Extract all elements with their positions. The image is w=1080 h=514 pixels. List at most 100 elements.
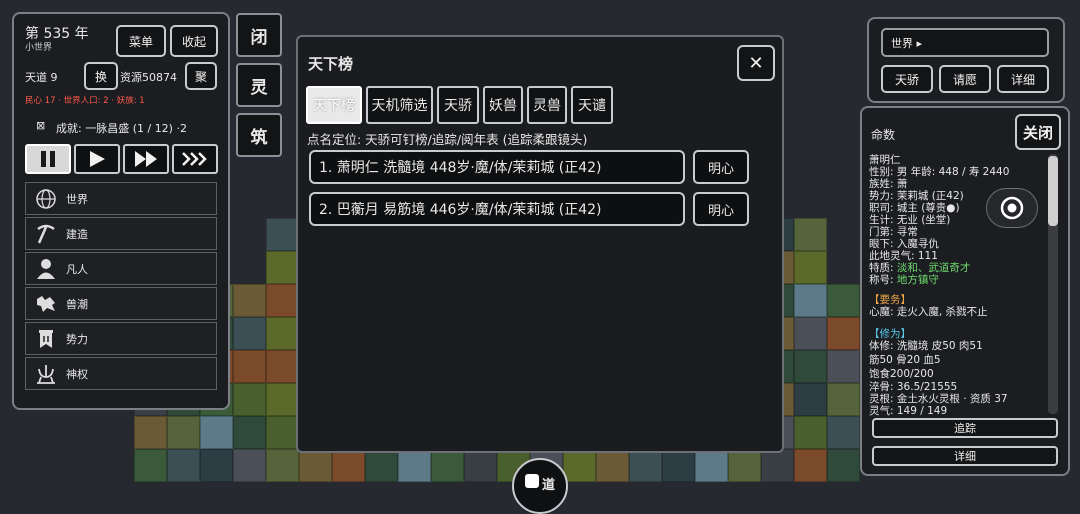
modal-subtitle: 点名定位: 天骄可钉榜/追踪/阅年表 (追踪柔跟镜头): [307, 132, 588, 147]
dao-label: 道: [541, 478, 555, 493]
map-tile: [167, 449, 200, 482]
map-tile: [827, 350, 860, 383]
menu-item-label: 神权: [66, 367, 88, 381]
map-tile: [266, 284, 299, 317]
status-line: 民心 17 · 世界人口: 2 · 妖族: 1: [25, 96, 145, 106]
pause-button[interactable]: [25, 144, 71, 174]
resources-value: 资源50874: [120, 71, 177, 84]
swap-button[interactable]: 换: [84, 62, 118, 90]
map-tile: [629, 449, 662, 482]
enlighten-button[interactable]: 明心: [693, 150, 749, 184]
map-tile: [827, 416, 860, 449]
menu-item-factions[interactable]: 势力: [25, 322, 217, 355]
tab-demon-beasts[interactable]: 妖兽: [483, 86, 523, 124]
modal-title: 天下榜: [308, 55, 354, 73]
map-tile: [266, 449, 299, 482]
petition-button[interactable]: 请愿: [939, 65, 991, 93]
menu-item-label: 兽潮: [66, 297, 88, 311]
ranking-entry[interactable]: 1. 萧明仁 洗髓境 448岁·魔/体/茉莉城 (正42): [309, 150, 685, 184]
map-tile: [794, 449, 827, 482]
dao-button[interactable]: 道: [512, 458, 568, 514]
menu-item-beast-tide[interactable]: 兽潮: [25, 287, 217, 320]
fast-forward-button[interactable]: [123, 144, 169, 174]
map-tile: [266, 350, 299, 383]
play-icon: [90, 151, 105, 167]
side-button-spirit[interactable]: 灵: [236, 63, 282, 107]
map-tile: [233, 317, 266, 350]
side-button-close[interactable]: 闭: [236, 13, 282, 57]
map-tile: [167, 416, 200, 449]
side-button-build[interactable]: 筑: [236, 113, 282, 157]
map-tile: [728, 449, 761, 482]
menu-item-label: 建造: [66, 227, 88, 241]
map-tile: [464, 449, 497, 482]
map-tile: [332, 449, 365, 482]
menu-item-label: 世界: [66, 192, 88, 206]
menu-button[interactable]: 菜单: [116, 25, 166, 57]
tab-prodigies[interactable]: 天骄: [437, 86, 479, 124]
world-dropdown[interactable]: 世界 ▸: [881, 28, 1049, 57]
collapse-button[interactable]: 收起: [170, 25, 218, 57]
track-button[interactable]: 追踪: [872, 418, 1058, 438]
map-tile: [827, 317, 860, 350]
pause-icon: [41, 151, 55, 167]
world-type-label: 小世界: [25, 43, 53, 53]
tab-world-ranking[interactable]: 天下榜: [306, 86, 362, 124]
globe-icon: [26, 188, 66, 210]
world-select-panel: 世界 ▸ 天骄 请愿 详细: [867, 17, 1065, 103]
map-tile: [233, 383, 266, 416]
map-tile: [794, 383, 827, 416]
map-tile: [365, 449, 398, 482]
menu-item-label: 凡人: [66, 262, 88, 276]
enlighten-button[interactable]: 明心: [693, 192, 749, 226]
achievement-icon: ⊠: [36, 119, 46, 132]
wolf-icon: [26, 293, 66, 315]
map-tile: [266, 317, 299, 350]
close-button[interactable]: ✕: [737, 45, 775, 81]
map-tile: [794, 284, 827, 317]
tab-spirit-beasts[interactable]: 灵兽: [527, 86, 567, 124]
map-tile: [794, 350, 827, 383]
ranking-entry[interactable]: 2. 巴蘅月 易筋境 446岁·魔/体/茉莉城 (正42): [309, 192, 685, 226]
character-details-button[interactable]: 详细: [872, 446, 1058, 466]
map-tile: [134, 449, 167, 482]
map-tile: [794, 251, 827, 284]
map-tile: [233, 350, 266, 383]
map-tile: [200, 416, 233, 449]
map-tile: [794, 218, 827, 251]
map-tile: [233, 284, 266, 317]
tab-heavenly-punishment[interactable]: 天谴: [571, 86, 613, 124]
menu-item-divine-power[interactable]: 神权: [25, 357, 217, 390]
trident-icon: [26, 363, 66, 385]
map-tile: [266, 416, 299, 449]
menu-item-world[interactable]: 世界: [25, 182, 217, 215]
map-tile: [794, 416, 827, 449]
fastest-button[interactable]: [172, 144, 218, 174]
map-tile: [233, 449, 266, 482]
world-status-panel: 第 535 年 小世界 菜单 收起 天道 9 换 资源50874 聚 民心 17…: [12, 12, 230, 410]
menu-item-build[interactable]: 建造: [25, 217, 217, 250]
map-tile: [827, 449, 860, 482]
map-tile: [827, 284, 860, 317]
map-tile: [695, 449, 728, 482]
character-panel: 命数 关闭 追踪 详细: [860, 106, 1070, 476]
pickaxe-icon: [26, 223, 66, 245]
gather-button[interactable]: 聚: [185, 62, 217, 90]
details-button[interactable]: 详细: [997, 65, 1049, 93]
map-tile: [233, 416, 266, 449]
banner-icon: [26, 328, 66, 350]
menu-item-mortals[interactable]: 凡人: [25, 252, 217, 285]
map-tile: [431, 449, 464, 482]
map-tile: [761, 449, 794, 482]
play-button[interactable]: [74, 144, 120, 174]
entry-text: 1. 萧明仁 洗髓境 448岁·魔/体/茉莉城 (正42): [319, 160, 602, 176]
scrollbar-thumb[interactable]: [1048, 156, 1058, 226]
tab-heaven-filter[interactable]: 天机筛选: [366, 86, 433, 124]
prodigy-button[interactable]: 天骄: [881, 65, 933, 93]
locate-button[interactable]: [986, 188, 1038, 228]
map-tile: [563, 449, 596, 482]
world-dropdown-label: 世界 ▸: [891, 36, 923, 50]
close-panel-button[interactable]: 关闭: [1015, 114, 1061, 150]
map-tile: [200, 449, 233, 482]
scrollbar[interactable]: [1048, 154, 1058, 414]
